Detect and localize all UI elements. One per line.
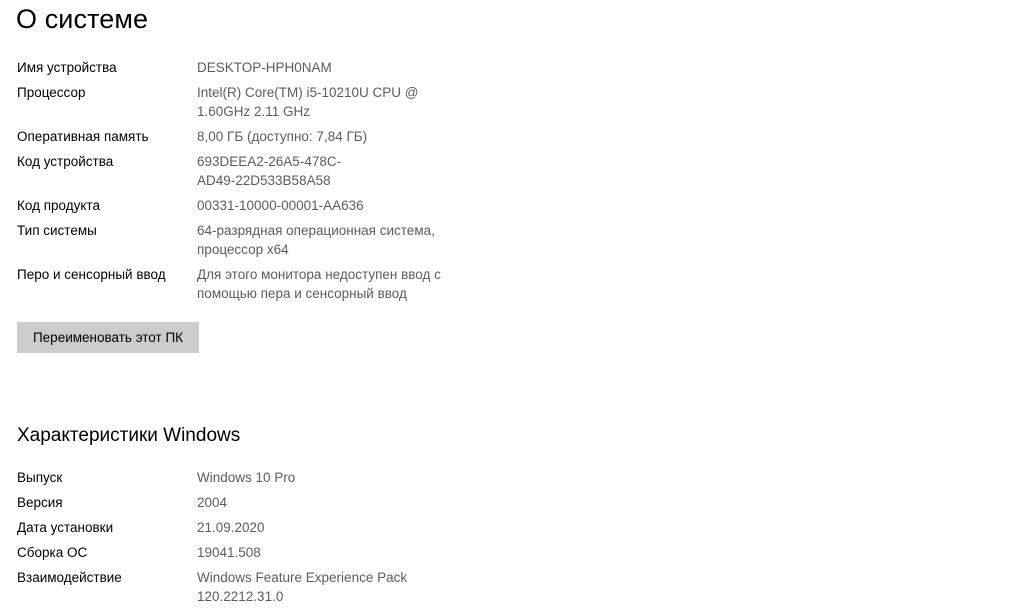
spec-value: 19041.508 — [197, 545, 261, 560]
spec-label: Перо и сенсорный ввод — [17, 267, 166, 282]
spec-value: Для этого монитора недоступен ввод с пом… — [197, 267, 441, 301]
rename-pc-button[interactable]: Переименовать этот ПК — [17, 322, 199, 353]
spec-value: Intel(R) Core(TM) i5-10210U CPU @ 1.60GH… — [197, 85, 419, 119]
spec-value: 00331-10000-00001-AA636 — [197, 198, 364, 213]
spec-label: Код продукта — [17, 198, 100, 213]
spec-label: Взаимодействие — [17, 570, 122, 585]
spec-label: Дата установки — [17, 520, 114, 535]
spec-value: 693DEEA2-26A5-478C- AD49-22D533B58A58 — [197, 154, 342, 188]
spec-label: Сборка ОС — [17, 545, 88, 560]
page-title: О системе — [16, 4, 149, 34]
spec-label: Процессор — [17, 85, 86, 100]
spec-value: 64-разрядная операционная система, проце… — [197, 223, 435, 257]
spec-value: Windows Feature Experience Pack 120.2212… — [197, 570, 408, 604]
spec-label: Тип системы — [17, 223, 97, 238]
spec-value: Windows 10 Pro — [197, 470, 296, 485]
spec-label: Имя устройства — [17, 60, 117, 75]
windows-specs-heading: Характеристики Windows — [17, 425, 241, 446]
spec-label: Код устройства — [17, 154, 114, 169]
spec-value: 21.09.2020 — [197, 520, 265, 535]
spec-value: DESKTOP-HPH0NAM — [197, 60, 332, 75]
spec-label: Оперативная память — [17, 129, 149, 144]
spec-value: 2004 — [197, 495, 228, 510]
spec-value: 8,00 ГБ (доступно: 7,84 ГБ) — [197, 129, 368, 144]
spec-label: Выпуск — [17, 470, 63, 485]
spec-label: Версия — [17, 495, 63, 510]
